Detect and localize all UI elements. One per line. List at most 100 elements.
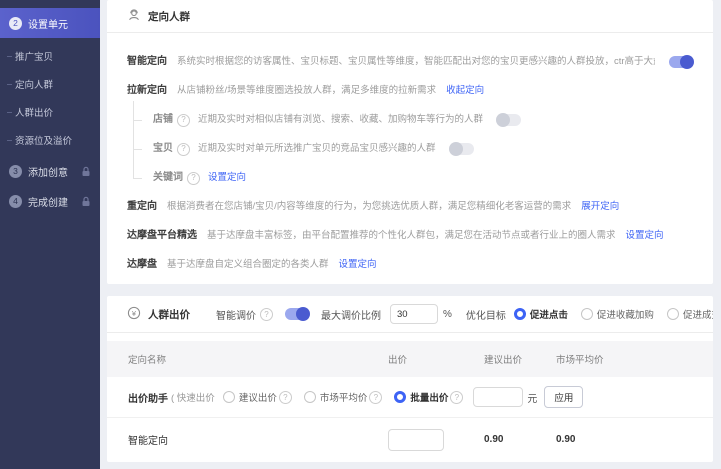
bid-assistant-hint: ( 快速出价 (171, 390, 215, 404)
suggest-bid-label[interactable]: 建议出价 (239, 390, 277, 404)
audience-icon (127, 8, 141, 25)
help-icon[interactable] (187, 172, 200, 185)
shop-toggle[interactable] (497, 114, 521, 126)
retargeting-label: 重定向 (127, 200, 157, 214)
app-window: 1 设置计划 2 设置单元 推广宝贝 定向人群 人群出价 资源位及溢价 3 添加… (0, 0, 721, 469)
smart-price-toggle[interactable] (285, 308, 309, 320)
table-row-smart-targeting: 智能定向 0.90 0.90 (107, 418, 713, 461)
main-content: 定向人群 智能定向 系统实时根据您的访客属性、宝贝标题、宝贝属性等维度，智能匹配… (100, 0, 721, 469)
help-icon[interactable] (260, 308, 273, 321)
pull-new-desc: 从店铺粉丝/场景等维度圈选投放人群，满足多维度的拉新需求 (177, 84, 436, 98)
smart-targeting-bid-input[interactable] (388, 429, 444, 451)
bidding-card-header: ¥ 人群出价 智能调价 最大调价比例 % 优化目标 促进点击 促进收藏加购 促进… (107, 296, 713, 333)
batch-bid-radio[interactable] (394, 391, 406, 403)
step-set-plan[interactable]: 1 设置计划 (0, 0, 100, 8)
keyword-set-targeting-link[interactable]: 设置定向 (208, 171, 246, 185)
bidding-card-title: 人群出价 (148, 307, 190, 322)
step-3-badge: 3 (9, 165, 22, 178)
goal-conversion-radio[interactable] (667, 308, 679, 320)
help-icon[interactable] (177, 114, 190, 127)
batch-bid-label[interactable]: 批量出价 (410, 390, 448, 404)
item-toggle[interactable] (450, 143, 474, 155)
retargeting-desc: 根据消费者在您店铺/宝贝/内容等维度的行为，为您挑选优质人群，满足您精细化老客运… (167, 200, 571, 214)
sidebar-item-audience-bid[interactable]: 人群出价 (0, 98, 100, 126)
bid-unit: 元 (527, 390, 537, 405)
expand-targeting-link[interactable]: 展开定向 (581, 200, 619, 214)
collapse-targeting-link[interactable]: 收起定向 (446, 84, 484, 98)
keyword-targeting-row: 关键词 设置定向 (107, 171, 713, 185)
row-bid-cell (388, 429, 484, 451)
subnav-label: 人群出价 (15, 105, 53, 119)
step-4-label: 完成创建 (28, 194, 68, 209)
dmp-desc: 基于达摩盘自定义组合圈定的各类人群 (167, 258, 329, 272)
smart-targeting-toggle[interactable] (669, 56, 693, 68)
suggest-bid-radio[interactable] (223, 391, 235, 403)
goal-conversion-label[interactable]: 促进成交 (683, 307, 713, 321)
ratio-unit: % (443, 309, 452, 320)
subnav-label: 资源位及溢价 (15, 133, 72, 147)
subnav-label: 推广宝贝 (15, 49, 53, 63)
pull-new-label: 拉新定向 (127, 84, 167, 98)
card-gap (107, 284, 713, 296)
retargeting-row: 重定向 根据消费者在您店铺/宝贝/内容等维度的行为，为您挑选优质人群，满足您精细… (107, 200, 713, 214)
shop-targeting-row: 店铺 近期及实时对相似店铺有浏览、搜索、收藏、加购物车等行为的人群 (107, 113, 713, 127)
max-ratio-label: 最大调价比例 (321, 307, 381, 322)
shop-label: 店铺 (153, 113, 173, 127)
bid-assistant-label: 出价助手 (128, 390, 168, 405)
col-target-name: 定向名称 (107, 352, 388, 366)
optimize-goal-label: 优化目标 (466, 307, 506, 322)
row-market-value: 0.90 (556, 434, 713, 445)
targeting-card: 定向人群 智能定向 系统实时根据您的访客属性、宝贝标题、宝贝属性等维度，智能匹配… (107, 0, 713, 284)
sidebar-item-promote-item[interactable]: 推广宝贝 (0, 42, 100, 70)
goal-collect-cart-label[interactable]: 促进收藏加购 (597, 307, 654, 321)
smart-targeting-label: 智能定向 (127, 55, 167, 69)
step-1-label: 设置计划 (28, 0, 68, 1)
market-avg-radio[interactable] (304, 391, 316, 403)
dmp-set-link[interactable]: 设置定向 (339, 258, 377, 272)
batch-bid-input[interactable] (473, 387, 523, 407)
bid-assistant-row: 出价助手 ( 快速出价 建议出价 市场平均价 批量出价 元 应用 (107, 377, 713, 418)
smart-price-label: 智能调价 (216, 307, 256, 322)
col-market-avg: 市场平均价 (556, 352, 713, 366)
sidebar-item-placement-premium[interactable]: 资源位及溢价 (0, 126, 100, 154)
goal-click-radio[interactable] (514, 308, 526, 320)
step-2-label: 设置单元 (28, 16, 68, 31)
dmp-featured-row: 达摩盘平台精选 基于达摩盘丰富标签，由平台配置推荐的个性化人群包，满足您在活动节… (107, 229, 713, 243)
goal-collect-cart-radio[interactable] (581, 308, 593, 320)
col-bid: 出价 (388, 352, 484, 366)
dmp-featured-desc: 基于达摩盘丰富标签，由平台配置推荐的个性化人群包，满足您在活动节点或者行业上的圈… (207, 229, 616, 243)
step-set-unit[interactable]: 2 设置单元 (0, 8, 100, 38)
row-target-name: 智能定向 (107, 432, 388, 447)
step-add-creative[interactable]: 3 添加创意 (0, 156, 100, 186)
help-icon[interactable] (279, 391, 292, 404)
help-icon[interactable] (450, 391, 463, 404)
smart-targeting-desc: 系统实时根据您的访客属性、宝贝标题、宝贝属性等维度，智能匹配出对您的宝贝更感兴趣… (177, 55, 655, 69)
targeting-card-header: 定向人群 (107, 0, 713, 33)
max-ratio-input[interactable] (390, 304, 438, 324)
row-suggest-value: 0.90 (484, 434, 556, 445)
step-3-label: 添加创意 (28, 164, 68, 179)
unit-subnav: 推广宝贝 定向人群 人群出价 资源位及溢价 (0, 38, 100, 156)
bidding-card: ¥ 人群出价 智能调价 最大调价比例 % 优化目标 促进点击 促进收藏加购 促进… (107, 296, 713, 462)
step-2-badge: 2 (9, 17, 22, 30)
market-avg-label[interactable]: 市场平均价 (320, 390, 368, 404)
bid-icon: ¥ (127, 306, 141, 323)
col-suggest-bid: 建议出价 (484, 352, 556, 366)
lock-icon (81, 196, 91, 207)
apply-button[interactable]: 应用 (544, 386, 583, 408)
dmp-row: 达摩盘 基于达摩盘自定义组合圈定的各类人群 设置定向 (107, 258, 713, 272)
help-icon[interactable] (177, 143, 190, 156)
wizard-sidebar: 1 设置计划 2 设置单元 推广宝贝 定向人群 人群出价 资源位及溢价 3 添加… (0, 0, 100, 469)
pull-new-row: 拉新定向 从店铺粉丝/场景等维度圈选投放人群，满足多维度的拉新需求 收起定向 (107, 84, 713, 98)
step-finish-create[interactable]: 4 完成创建 (0, 186, 100, 216)
dmp-label: 达摩盘 (127, 258, 157, 272)
sidebar-item-target-audience[interactable]: 定向人群 (0, 70, 100, 98)
bid-table-header: 定向名称 出价 建议出价 市场平均价 (107, 341, 713, 377)
item-label: 宝贝 (153, 142, 173, 156)
help-icon[interactable] (369, 391, 382, 404)
svg-text:¥: ¥ (132, 308, 137, 317)
dmp-featured-set-link[interactable]: 设置定向 (626, 229, 664, 243)
goal-click-label[interactable]: 促进点击 (530, 307, 568, 321)
dmp-featured-label: 达摩盘平台精选 (127, 229, 197, 243)
targeting-card-title: 定向人群 (148, 9, 190, 24)
